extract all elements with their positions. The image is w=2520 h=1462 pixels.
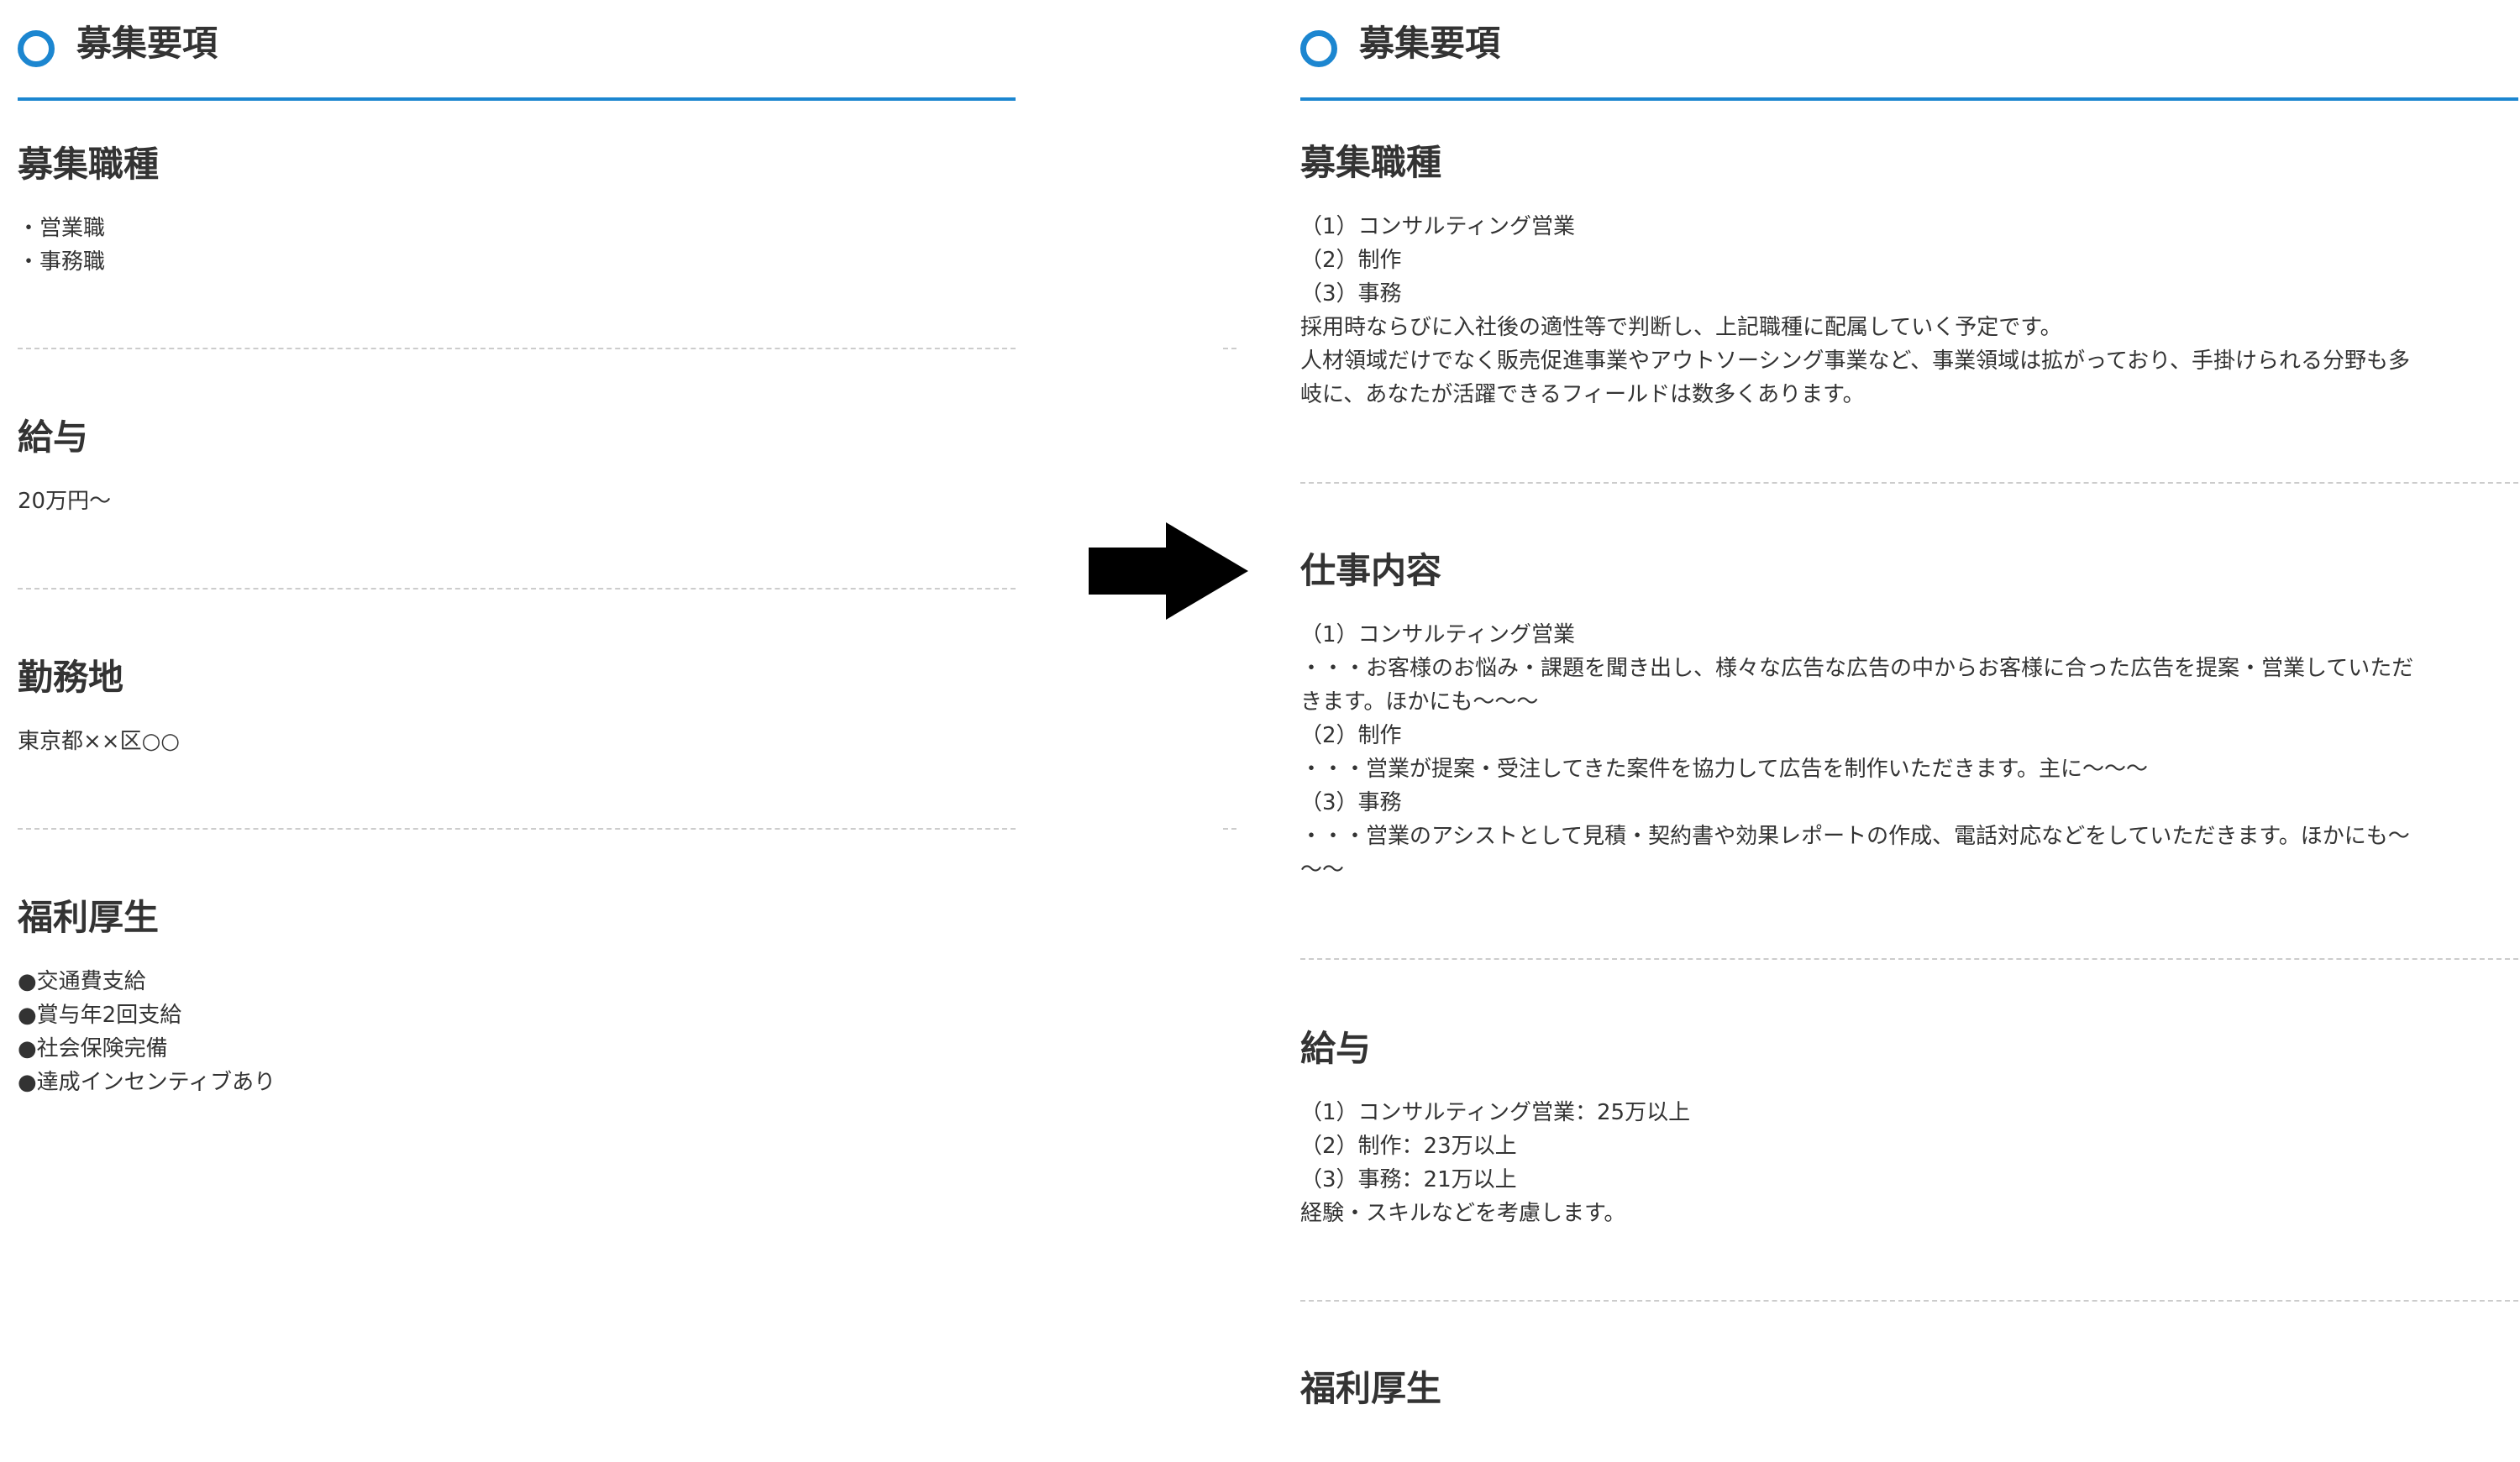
list-item: ・営業職 (18, 216, 106, 241)
section-body: （1）コンサルティング営業 ・・・お客様のお悩み・課題を聞き出し、様々な広告な広… (1300, 618, 2518, 887)
text-line: （2）制作 (1300, 248, 1402, 273)
section-divider (1300, 482, 2518, 484)
divider-stub (1223, 348, 1236, 349)
section-heading: 福利厚生 (18, 897, 160, 938)
ring-icon (18, 30, 55, 67)
divider-stub (1223, 828, 1236, 830)
text-line: ・・・営業のアシストとして見積・契約書や効果レポートの作成、電話対応などをしてい… (1300, 824, 2410, 849)
text-line: （1）コンサルティング営業 (1300, 622, 1575, 647)
section-heading: 給与 (1300, 1028, 1372, 1069)
right-panel: 募集要項 募集職種 （1）コンサルティング営業 （2）制作 （3）事務 採用時な… (1300, 0, 2518, 1409)
text-line: ～～ (1300, 857, 1345, 883)
text-line: （3）事務：21万以上 (1300, 1167, 1517, 1192)
list-item: ●社会保険完備 (18, 1036, 168, 1061)
section-body: （1）コンサルティング営業 （2）制作 （3）事務 採用時ならびに入社後の適性等… (1300, 210, 2518, 411)
text-line: 採用時ならびに入社後の適性等で判断し、上記職種に配属していく予定です。 (1300, 315, 2062, 340)
section-heading: 給与 (18, 417, 89, 458)
list-item: ●交通費支給 (18, 969, 146, 994)
section-divider (1300, 958, 2518, 960)
section-heading: 募集職種 (18, 144, 160, 185)
section-heading: 募集職種 (1300, 142, 1442, 183)
section-heading: 勤務地 (18, 657, 124, 698)
section-body: （1）コンサルティング営業：25万以上 （2）制作：23万以上 （3）事務：21… (1300, 1096, 2518, 1230)
section-heading: 福利厚生 (1300, 1368, 1442, 1409)
section-body: 東京都××区○○ (18, 725, 1016, 758)
left-panel-header: 募集要項 (18, 0, 1016, 101)
right-panel-title: 募集要項 (1359, 23, 1501, 64)
text-line: （1）コンサルティング営業：25万以上 (1300, 1100, 1691, 1125)
text-line: （2）制作 (1300, 723, 1402, 748)
list-item: 20万円～ (18, 489, 112, 514)
text-line: （2）制作：23万以上 (1300, 1134, 1517, 1159)
section-divider (18, 588, 1016, 590)
section-divider (18, 828, 1016, 830)
list-item: 東京都××区○○ (18, 729, 180, 754)
text-line: ・・・お客様のお悩み・課題を聞き出し、様々な広告な広告の中からお客様に合った広告… (1300, 656, 2414, 681)
text-line: ・・・営業が提案・受注してきた案件を協力して広告を制作いただきます。主に～～～ (1300, 757, 2149, 782)
right-arrow-icon (1089, 522, 1248, 620)
text-line: （3）事務 (1300, 790, 1402, 815)
list-item: ●賞与年2回支給 (18, 1003, 182, 1028)
text-line: （3）事務 (1300, 281, 1402, 307)
text-line: 岐に、あなたが活躍できるフィールドは数多くあります。 (1300, 382, 1865, 407)
section-body: ●交通費支給 ●賞与年2回支給 ●社会保険完備 ●達成インセンティブあり (18, 965, 1016, 1099)
section-body: ・営業職 ・事務職 (18, 212, 1016, 279)
ring-icon (1300, 30, 1337, 67)
section-heading: 仕事内容 (1300, 550, 1442, 591)
list-item: ・事務職 (18, 249, 106, 275)
left-panel: 募集要項 募集職種 ・営業職 ・事務職 給与 20万円～ 勤務地 東京都××区○… (18, 0, 1016, 1095)
text-line: （1）コンサルティング営業 (1300, 214, 1575, 239)
right-panel-header: 募集要項 (1300, 0, 2518, 101)
section-body: 20万円～ (18, 485, 1016, 518)
text-line: きます。ほかにも～～～ (1300, 689, 1539, 715)
left-panel-title: 募集要項 (76, 23, 218, 64)
text-line: 人材領域だけでなく販売促進事業やアウトソーシング事業など、事業領域は拡がっており… (1300, 348, 2411, 374)
comparison-canvas: 募集要項 募集職種 ・営業職 ・事務職 給与 20万円～ 勤務地 東京都××区○… (0, 0, 2520, 1462)
text-line: 経験・スキルなどを考慮します。 (1300, 1201, 1626, 1226)
section-divider (1300, 1300, 2518, 1302)
section-divider (18, 348, 1016, 349)
list-item: ●達成インセンティブあり (18, 1070, 276, 1095)
